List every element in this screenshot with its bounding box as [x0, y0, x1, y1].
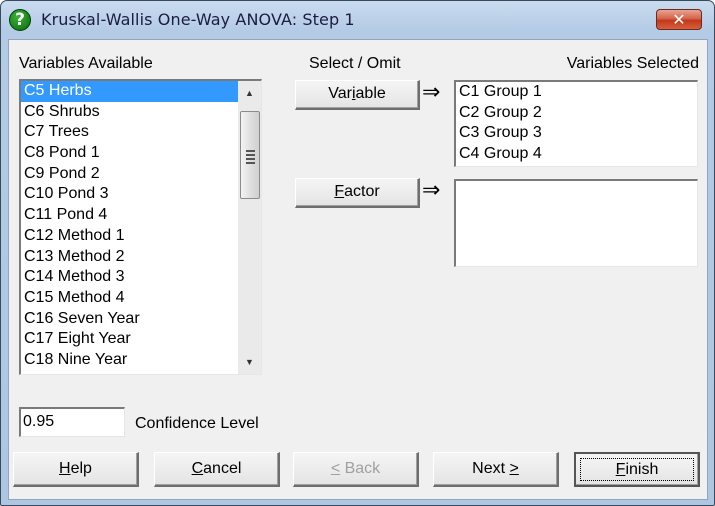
next-accel: > [509, 460, 519, 477]
right-arrow-icon: ⇒ [422, 80, 441, 105]
list-item[interactable]: C14 Method 3 [21, 267, 261, 288]
variables-available-label: Variables Available [19, 55, 153, 72]
help-button[interactable]: Help [13, 452, 139, 487]
list-item[interactable]: C7 Trees [21, 122, 261, 143]
scroll-up-icon[interactable]: ▲ [238, 83, 261, 103]
variable-button[interactable]: Variable [295, 80, 420, 110]
factor-label-post: actor [344, 183, 380, 200]
list-item[interactable]: C11 Pond 4 [21, 205, 261, 226]
scroll-down-icon[interactable]: ▼ [238, 352, 261, 372]
factor-button[interactable]: Factor [295, 178, 420, 208]
window-title: Kruskal-Wallis One-Way ANOVA: Step 1 [41, 10, 355, 29]
factor-accel: F [334, 183, 345, 200]
list-item[interactable]: C2 Group 2 [456, 103, 697, 124]
finish-button[interactable]: Finish [574, 452, 700, 487]
list-item[interactable]: C1 Group 1 [456, 82, 697, 103]
list-item[interactable]: C16 Seven Year [21, 309, 261, 330]
back-accel: < [330, 460, 341, 477]
close-button[interactable]: ✕ [656, 9, 702, 30]
list-item[interactable]: C3 Group 3 [456, 123, 697, 144]
next-button[interactable]: Next > [433, 452, 559, 487]
title-bar[interactable]: ? Kruskal-Wallis One-Way ANOVA: Step 1 ✕ [1, 1, 714, 39]
back-label: Back [340, 460, 381, 477]
right-arrow-icon: ⇒ [422, 178, 441, 203]
list-item[interactable]: C15 Method 4 [21, 288, 261, 309]
list-item[interactable]: C8 Pond 1 [21, 143, 261, 164]
grip-icon [246, 150, 255, 166]
available-items: C5 Herbs C6 Shrubs C7 Trees C8 Pond 1 C9 Pon… [21, 81, 261, 371]
list-item[interactable]: C12 Method 1 [21, 226, 261, 247]
back-button[interactable]: < Back [293, 452, 419, 487]
variables-selected-label: Variables Selected [566, 55, 699, 72]
next-label: Next [472, 460, 510, 477]
scroll-thumb[interactable] [240, 111, 260, 199]
select-omit-label: Select / Omit [309, 55, 401, 72]
confidence-level-label: Confidence Level [135, 415, 259, 432]
dialog-window: ? Kruskal-Wallis One-Way ANOVA: Step 1 ✕… [0, 0, 715, 506]
factor-list[interactable] [454, 179, 698, 267]
confidence-level-input[interactable]: 0.95 [19, 407, 125, 437]
list-item[interactable]: C4 Group 4 [456, 144, 697, 165]
selected-items: C1 Group 1 C2 Group 2 C3 Group 3 C4 Group 4 [456, 82, 697, 165]
list-item[interactable]: C10 Pond 3 [21, 184, 261, 205]
list-item[interactable]: C17 Eight Year [21, 329, 261, 350]
cancel-label: ancel [203, 460, 242, 477]
list-item[interactable]: C13 Method 2 [21, 247, 261, 268]
focus-rectangle [580, 458, 694, 481]
variable-label-pre: Var [328, 85, 352, 102]
help-label: elp [70, 460, 92, 477]
cancel-accel: C [191, 460, 204, 477]
vertical-scrollbar[interactable]: ▲ ▼ [238, 81, 261, 374]
list-item[interactable]: C5 Herbs [21, 81, 261, 102]
cancel-button[interactable]: Cancel [154, 452, 280, 487]
list-item[interactable]: C9 Pond 2 [21, 164, 261, 185]
help-accel: H [59, 460, 71, 477]
list-item[interactable]: C6 Shrubs [21, 102, 261, 123]
question-icon: ? [9, 9, 31, 31]
list-item[interactable]: C18 Nine Year [21, 350, 261, 371]
variable-label-post: able [355, 85, 386, 102]
variables-selected-list[interactable]: C1 Group 1 C2 Group 2 C3 Group 3 C4 Group 4 [454, 80, 698, 167]
dialog-body: Variables Available Select / Omit Variab… [8, 39, 708, 500]
variables-available-list[interactable]: C5 Herbs C6 Shrubs C7 Trees C8 Pond 1 C9 Pon… [19, 79, 262, 375]
